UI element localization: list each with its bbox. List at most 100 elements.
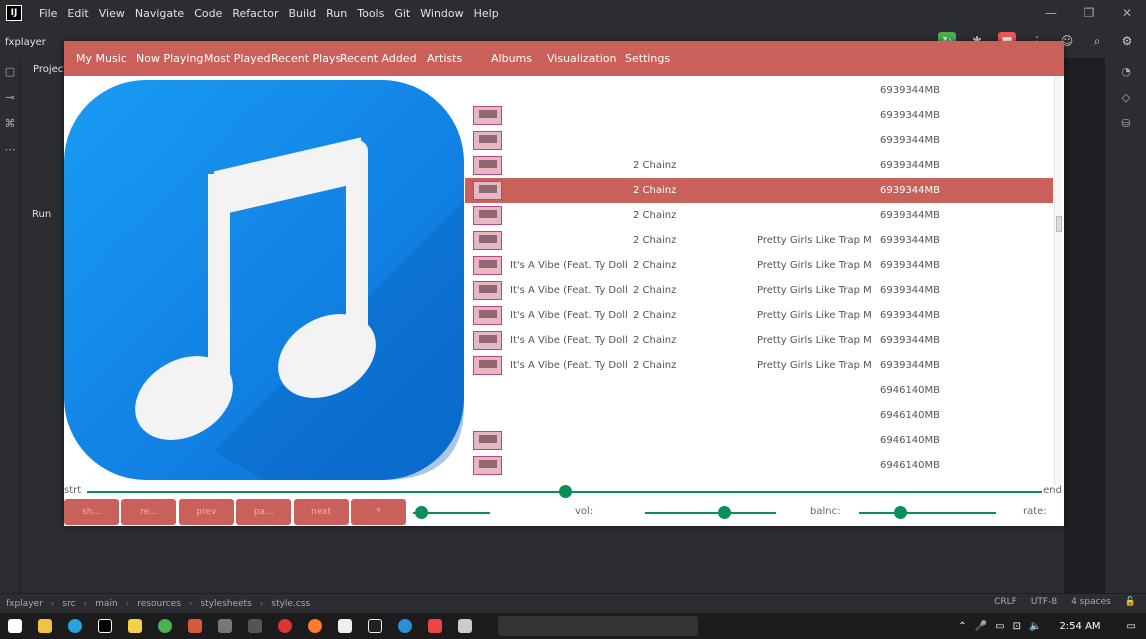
table-row[interactable]: 6946140MB [465,403,1053,428]
menu-item-code[interactable]: Code [189,7,227,20]
balance-slider-knob[interactable] [894,506,908,519]
nav-now-playing[interactable]: Now Playing [136,52,203,65]
table-row[interactable]: It's A Vibe (Feat. Ty Doll... 2 Chainz Pre… [465,353,1053,378]
table-row[interactable]: 2 Chainz Pretty Girls Like Trap M... 69393… [465,228,1053,253]
menu-item-file[interactable]: File [34,7,62,20]
network-icon[interactable]: ⊡ [1013,621,1021,632]
table-row[interactable]: 6946140MB [465,378,1053,403]
minimize-icon[interactable]: — [1032,0,1070,26]
nav-my-music[interactable]: My Music [76,52,127,65]
table-row[interactable]: 6946140MB [465,428,1053,453]
menu-item-edit[interactable]: Edit [62,7,93,20]
scrollbar-thumb[interactable] [1056,216,1062,232]
folder-icon[interactable]: ▢ [0,58,20,84]
ai-assistant-icon[interactable]: ◇ [1105,84,1146,110]
notification-center-icon[interactable]: ▭ [1127,621,1136,632]
chevron-up-icon[interactable]: ⌃ [958,621,966,632]
table-row[interactable]: 2 Chainz 6939344MB [465,178,1053,203]
control-button-5[interactable]: * [351,499,406,525]
clock[interactable]: 2:54 AM [1059,621,1100,632]
speaker-icon[interactable]: 🔈 [1029,621,1041,632]
notes-icon[interactable] [120,613,150,639]
control-button-3[interactable]: pa... [236,499,292,525]
nav-artists[interactable]: Artists [427,52,462,65]
breadcrumb-item[interactable]: main [95,599,118,609]
menu-item-navigate[interactable]: Navigate [130,7,189,20]
file-encoding[interactable]: UTF-8 [1031,597,1057,607]
restore-icon[interactable]: ❐ [1070,0,1108,26]
project-name[interactable]: fxplayer [5,37,46,48]
app-tool-icon[interactable] [210,613,240,639]
table-scrollbar[interactable] [1054,76,1062,485]
menu-item-view[interactable]: View [94,7,130,20]
app-red-icon[interactable] [420,613,450,639]
control-button-2[interactable]: prev [178,499,234,525]
menu-item-help[interactable]: Help [469,7,504,20]
nav-settings[interactable]: Settings [625,52,670,65]
firefox-icon[interactable] [300,613,330,639]
indent-setting[interactable]: 4 spaces [1071,597,1111,607]
control-button-1[interactable]: re... [121,499,177,525]
control-button-4[interactable]: next [293,499,349,525]
table-row[interactable]: 2 Chainz 6939344MB [465,203,1053,228]
notifications-icon[interactable]: ◔ [1105,58,1146,84]
audio-app-icon[interactable] [240,613,270,639]
breadcrumb-item[interactable]: resources [137,599,181,609]
table-row[interactable]: 6939344MB [465,78,1053,103]
run-panel-label[interactable]: Run [32,209,51,220]
edge-icon[interactable] [390,613,420,639]
menu-item-tools[interactable]: Tools [352,7,389,20]
menu-item-run[interactable]: Run [321,7,352,20]
line-separator[interactable]: CRLF [994,597,1017,607]
control-button-0[interactable]: sh... [64,499,119,525]
breadcrumb-item[interactable]: fxplayer [6,599,43,609]
battery-icon[interactable]: ▭ [995,621,1004,632]
app-edit-icon[interactable] [450,613,480,639]
breadcrumb-item[interactable]: stylesheets [201,599,252,609]
chrome-icon[interactable] [150,613,180,639]
project-panel-label[interactable]: Project [33,64,67,75]
app-s-icon[interactable] [330,613,360,639]
volume-slider-track[interactable] [645,512,776,514]
nav-recent-added[interactable]: Recent Added [340,52,417,65]
intellij-logo-icon[interactable]: IJ [6,5,22,21]
table-row[interactable]: It's A Vibe (Feat. Ty Doll... 2 Chainz Pre… [465,303,1053,328]
breadcrumb-item[interactable]: style.css [271,599,310,609]
more-tools-icon[interactable]: ⋯ [0,136,20,162]
table-row[interactable]: 6946140MB [465,453,1053,478]
structure-icon[interactable]: ⌘ [0,110,20,136]
tiktok-icon[interactable] [360,613,390,639]
balance-slider-track[interactable] [859,512,996,514]
table-row[interactable]: 6939344MB [465,103,1053,128]
table-row[interactable]: It's A Vibe (Feat. Ty Doll... 2 Chainz Pre… [465,328,1053,353]
song-table[interactable]: 6939344MB 6939344MB 6939344MB 2 Chainz 69393… [465,76,1063,485]
lock-icon[interactable]: 🔓 [1125,597,1136,607]
nav-visualization[interactable]: Visualization [547,52,616,65]
table-row[interactable]: 6939344MB [465,128,1053,153]
table-row[interactable]: It's A Vibe (Feat. Ty Doll... 2 Chainz Pre… [465,253,1053,278]
microphone-icon[interactable]: 🎤 [975,621,987,632]
seek-slider-knob[interactable] [414,506,428,519]
intellij-icon[interactable] [90,613,120,639]
table-row[interactable]: It's A Vibe (Feat. Ty Doll... 2 Chainz Pre… [465,278,1053,303]
record-app-icon[interactable] [270,613,300,639]
settings-icon[interactable]: ⚙ [1118,32,1136,50]
start-icon[interactable] [0,613,30,639]
app-p-icon[interactable] [180,613,210,639]
close-icon[interactable]: ✕ [1108,0,1146,26]
volume-slider-knob[interactable] [717,506,731,519]
menu-item-build[interactable]: Build [284,7,322,20]
menu-item-window[interactable]: Window [415,7,468,20]
nav-recent-plays[interactable]: Recent Plays [271,52,341,65]
nav-most-played[interactable]: Most Played [204,52,270,65]
telegram-icon[interactable] [60,613,90,639]
commit-icon[interactable]: ⊸ [0,84,20,110]
file-explorer-icon[interactable] [30,613,60,639]
search-icon[interactable]: ⌕ [1088,32,1106,50]
nav-albums[interactable]: Albums [491,52,532,65]
menu-item-refactor[interactable]: Refactor [227,7,283,20]
database-icon[interactable]: ⛁ [1105,110,1146,136]
breadcrumb-item[interactable]: src [62,599,75,609]
table-row[interactable]: 2 Chainz 6939344MB [465,153,1053,178]
menu-item-git[interactable]: Git [389,7,415,20]
